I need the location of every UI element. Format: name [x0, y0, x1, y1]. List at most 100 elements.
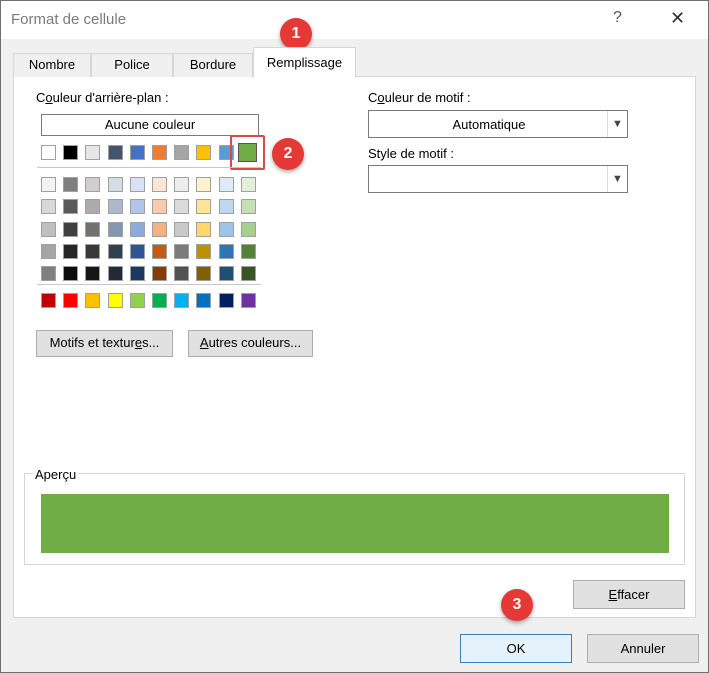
- color-swatch[interactable]: [41, 293, 56, 308]
- color-swatch[interactable]: [219, 293, 234, 308]
- color-swatch[interactable]: [241, 222, 256, 237]
- color-swatch[interactable]: [241, 199, 256, 214]
- color-swatch[interactable]: [152, 293, 167, 308]
- ok-button[interactable]: OK: [460, 634, 572, 663]
- color-swatch[interactable]: [174, 199, 189, 214]
- color-swatch[interactable]: [108, 199, 123, 214]
- tab-bordure[interactable]: Bordure: [173, 53, 253, 77]
- color-swatch[interactable]: [130, 145, 145, 160]
- pattern-color-select[interactable]: Automatique ▼: [368, 110, 628, 138]
- color-swatch[interactable]: [41, 177, 56, 192]
- color-swatch[interactable]: [130, 222, 145, 237]
- palette-separator: [37, 284, 261, 285]
- color-swatch-selected[interactable]: [238, 143, 257, 162]
- pattern-color-value: Automatique: [452, 117, 526, 132]
- chevron-down-icon[interactable]: ▼: [607, 166, 627, 192]
- color-swatch[interactable]: [152, 177, 167, 192]
- preview-label: Aperçu: [33, 467, 79, 482]
- cancel-button[interactable]: Annuler: [587, 634, 699, 663]
- step-badge-3: 3: [501, 589, 533, 621]
- more-colors-button[interactable]: Autres couleurs...: [188, 330, 313, 357]
- color-swatch[interactable]: [219, 177, 234, 192]
- color-swatch[interactable]: [85, 266, 100, 281]
- format-cells-dialog: Format de cellule ? ✕ Nombre Police Bord…: [0, 0, 709, 673]
- close-icon[interactable]: ✕: [670, 8, 685, 29]
- color-swatch[interactable]: [152, 266, 167, 281]
- color-swatch[interactable]: [196, 177, 211, 192]
- color-swatch[interactable]: [63, 145, 78, 160]
- color-swatch[interactable]: [241, 177, 256, 192]
- color-swatch[interactable]: [219, 222, 234, 237]
- color-swatch[interactable]: [85, 199, 100, 214]
- color-swatch[interactable]: [196, 293, 211, 308]
- color-swatch[interactable]: [152, 244, 167, 259]
- color-swatch[interactable]: [196, 222, 211, 237]
- color-swatch[interactable]: [85, 145, 100, 160]
- color-swatch[interactable]: [196, 266, 211, 281]
- color-swatch[interactable]: [130, 244, 145, 259]
- color-swatch[interactable]: [41, 244, 56, 259]
- tab-remplissage[interactable]: Remplissage: [253, 47, 356, 78]
- tab-police[interactable]: Police: [91, 53, 173, 77]
- pattern-color-label: Couleur de motif :: [368, 90, 471, 105]
- color-swatch[interactable]: [174, 293, 189, 308]
- color-swatch[interactable]: [63, 222, 78, 237]
- color-swatch[interactable]: [63, 177, 78, 192]
- color-swatch[interactable]: [41, 266, 56, 281]
- step-badge-2: 2: [272, 138, 304, 170]
- more-colors-button-label: Autres couleurs...: [199, 335, 302, 350]
- color-swatch[interactable]: [152, 199, 167, 214]
- color-swatch[interactable]: [219, 266, 234, 281]
- color-swatch[interactable]: [108, 145, 123, 160]
- color-swatch[interactable]: [108, 293, 123, 308]
- color-swatch[interactable]: [108, 222, 123, 237]
- dialog-title: Format de cellule: [11, 11, 127, 28]
- color-swatch[interactable]: [41, 199, 56, 214]
- color-swatch[interactable]: [241, 244, 256, 259]
- color-swatch[interactable]: [85, 293, 100, 308]
- clear-button[interactable]: Effacer: [573, 580, 685, 609]
- color-swatch[interactable]: [241, 266, 256, 281]
- color-swatch[interactable]: [196, 145, 211, 160]
- color-swatch[interactable]: [85, 244, 100, 259]
- color-swatch[interactable]: [174, 266, 189, 281]
- color-swatch[interactable]: [108, 177, 123, 192]
- color-swatch[interactable]: [174, 145, 189, 160]
- color-swatch[interactable]: [219, 244, 234, 259]
- color-swatch[interactable]: [241, 293, 256, 308]
- palette-separator: [37, 167, 261, 168]
- color-swatch[interactable]: [63, 199, 78, 214]
- patterns-textures-button-label: Motifs et textures...: [49, 335, 160, 350]
- color-swatch[interactable]: [152, 145, 167, 160]
- color-swatch[interactable]: [174, 177, 189, 192]
- color-swatch[interactable]: [108, 244, 123, 259]
- color-swatch[interactable]: [196, 244, 211, 259]
- chevron-down-icon[interactable]: ▼: [607, 111, 627, 137]
- color-swatch[interactable]: [196, 199, 211, 214]
- color-swatch[interactable]: [130, 293, 145, 308]
- color-swatch[interactable]: [130, 177, 145, 192]
- color-swatch[interactable]: [130, 266, 145, 281]
- tab-nombre[interactable]: Nombre: [13, 53, 91, 77]
- color-swatch[interactable]: [85, 177, 100, 192]
- color-swatch[interactable]: [174, 222, 189, 237]
- color-swatch[interactable]: [85, 222, 100, 237]
- color-swatch[interactable]: [219, 199, 234, 214]
- color-swatch[interactable]: [63, 266, 78, 281]
- patterns-textures-button[interactable]: Motifs et textures...: [36, 330, 173, 357]
- color-swatch[interactable]: [63, 244, 78, 259]
- help-icon[interactable]: ?: [613, 9, 622, 27]
- pattern-style-label: Style de motif :: [368, 146, 454, 161]
- color-swatch[interactable]: [152, 222, 167, 237]
- color-swatch[interactable]: [41, 145, 56, 160]
- no-color-button[interactable]: Aucune couleur: [41, 114, 259, 136]
- step-badge-1: 1: [280, 18, 312, 50]
- color-swatch[interactable]: [108, 266, 123, 281]
- color-swatch[interactable]: [174, 244, 189, 259]
- color-swatch[interactable]: [63, 293, 78, 308]
- pattern-style-select[interactable]: ▼: [368, 165, 628, 193]
- color-swatch[interactable]: [130, 199, 145, 214]
- preview-swatch: [41, 494, 669, 553]
- color-swatch[interactable]: [41, 222, 56, 237]
- background-color-label-text: Couleur d'arrière-plan :: [36, 90, 169, 105]
